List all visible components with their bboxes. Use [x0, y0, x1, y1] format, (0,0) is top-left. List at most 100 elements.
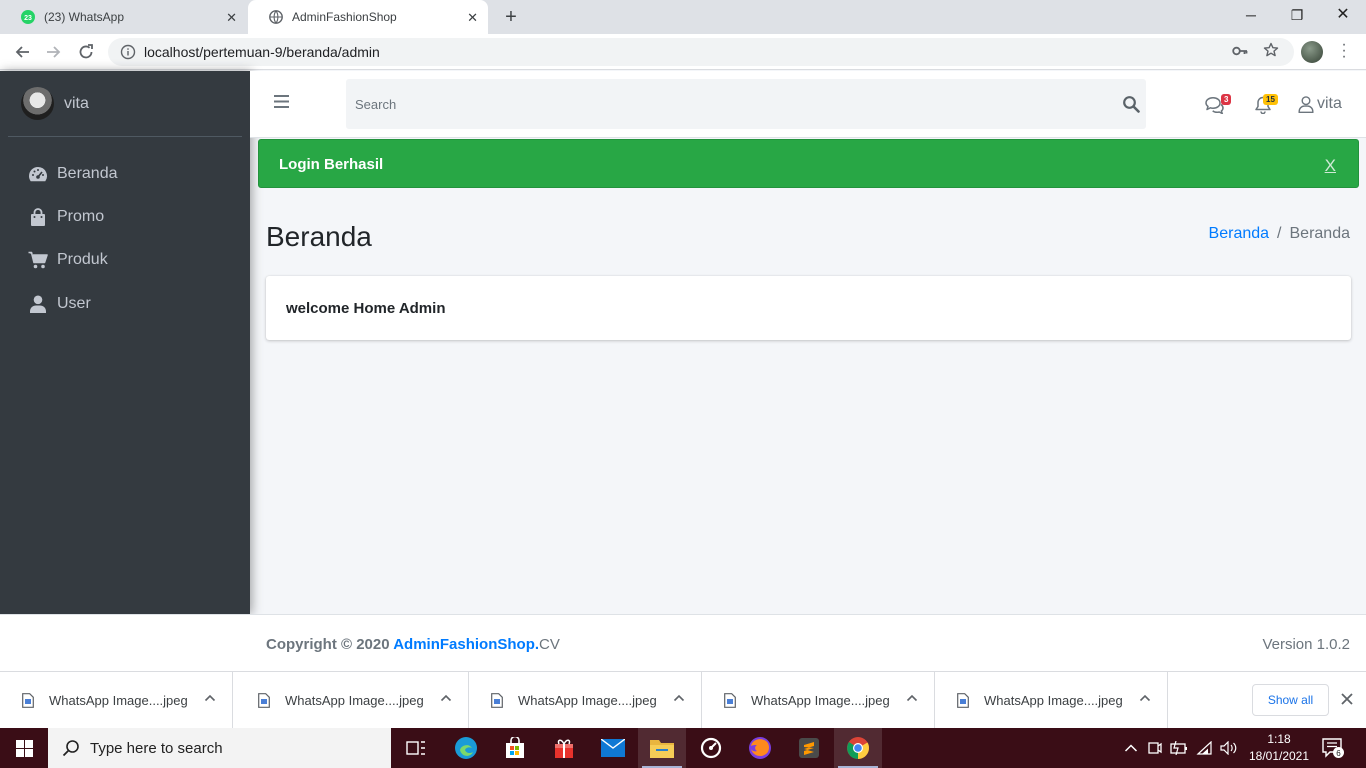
sidebar-item-beranda[interactable]: Beranda [28, 163, 118, 185]
show-all-downloads-button[interactable]: Show all [1252, 684, 1329, 716]
navbar-user-menu[interactable]: vita [1298, 95, 1342, 113]
clock-time: 1:18 [1267, 732, 1291, 746]
taskbar-file-explorer[interactable] [638, 728, 686, 768]
chevron-up-icon[interactable] [673, 692, 685, 704]
taskbar-mail[interactable] [589, 728, 637, 768]
image-file-icon [258, 693, 270, 708]
taskbar-clock[interactable]: 1:18 18/01/2021 [1240, 731, 1318, 765]
close-tab-icon[interactable]: ✕ [467, 10, 478, 26]
tab-adminfashionshop[interactable]: AdminFashionShop ✕ [248, 0, 488, 34]
sidebar-item-promo[interactable]: Promo [28, 206, 104, 228]
tab-title: AdminFashionShop [292, 10, 397, 24]
download-file-name: WhatsApp Image....jpeg [49, 693, 188, 708]
search-icon[interactable] [1122, 95, 1140, 113]
search-input[interactable] [346, 89, 1106, 119]
close-window-button[interactable]: ✕ [1320, 4, 1366, 28]
taskbar-chrome[interactable] [834, 728, 882, 768]
brand-link[interactable]: AdminFashionShop. [393, 636, 539, 653]
globe-icon [268, 9, 284, 25]
sidebar-item-label: Promo [57, 208, 105, 225]
welcome-card: welcome Home Admin [266, 276, 1351, 340]
clock-date: 18/01/2021 [1248, 749, 1310, 763]
bookmark-star-icon[interactable] [1263, 42, 1279, 62]
image-file-icon [724, 693, 736, 708]
close-tab-icon[interactable]: ✕ [226, 10, 237, 26]
taskbar-edge[interactable] [442, 728, 490, 768]
search-icon [62, 740, 79, 757]
profile-avatar[interactable] [1301, 41, 1323, 63]
reload-button[interactable] [75, 41, 97, 63]
notification-icon: 6 [1322, 738, 1344, 758]
breadcrumb-link-beranda[interactable]: Beranda [1209, 225, 1270, 242]
taskbar-firefox[interactable] [736, 728, 784, 768]
taskbar-gift-app[interactable] [540, 728, 588, 768]
speedometer-icon [700, 737, 722, 759]
sidebar-item-label: Beranda [57, 165, 118, 182]
hamburger-menu-icon[interactable] [274, 95, 289, 108]
top-navbar: 3 15 vita [250, 71, 1366, 138]
key-icon[interactable] [1232, 44, 1248, 62]
url-text: localhost/pertemuan-9/beranda/admin [144, 44, 380, 60]
start-button[interactable] [0, 728, 48, 768]
tab-title: (23) WhatsApp [44, 10, 125, 24]
store-icon [506, 737, 524, 758]
shopping-bag-icon [31, 208, 45, 226]
chevron-up-icon[interactable] [906, 692, 918, 704]
action-center-button[interactable]: 6 [1322, 738, 1344, 758]
download-file-name: WhatsApp Image....jpeg [984, 693, 1123, 708]
chevron-up-icon[interactable] [1139, 692, 1151, 704]
info-icon[interactable] [120, 44, 136, 60]
chrome-menu-icon[interactable]: · · · [1340, 37, 1348, 65]
meet-now-icon[interactable] [1148, 740, 1162, 756]
sidebar-item-user[interactable]: User [28, 293, 91, 315]
edge-icon [455, 737, 477, 759]
task-view-button[interactable] [392, 728, 440, 768]
taskbar-sublime-text[interactable] [785, 728, 833, 768]
taskbar-store[interactable] [491, 728, 539, 768]
chevron-up-icon[interactable] [1124, 743, 1138, 753]
sublime-text-icon [799, 738, 819, 758]
navbar-search [346, 79, 1146, 129]
copyright-suffix: CV [539, 636, 560, 653]
sidebar-item-produk[interactable]: Produk [28, 249, 108, 271]
back-button[interactable] [11, 41, 33, 63]
download-item[interactable]: WhatsApp Image....jpeg [935, 672, 1168, 729]
sidebar-user-name[interactable]: vita [64, 95, 89, 113]
sidebar: vita Beranda Promo Produk User [0, 71, 250, 614]
forward-button[interactable] [43, 41, 65, 63]
folder-icon [650, 740, 674, 758]
breadcrumb-separator: / [1277, 225, 1282, 242]
restore-window-button[interactable]: ❐ [1274, 4, 1320, 28]
battery-icon[interactable] [1170, 741, 1188, 755]
success-alert: Login Berhasil X [258, 139, 1359, 188]
new-tab-button[interactable]: + [500, 6, 522, 28]
welcome-text: welcome Home Admin [286, 300, 446, 317]
page-footer: Copyright © 2020 AdminFashionShop.CV Ver… [0, 614, 1366, 671]
download-item[interactable]: WhatsApp Image....jpeg [236, 672, 469, 729]
download-item[interactable]: WhatsApp Image....jpeg [702, 672, 935, 729]
sidebar-item-label: Produk [57, 251, 108, 268]
tab-whatsapp[interactable]: 23 (23) WhatsApp ✕ [0, 0, 247, 34]
download-file-name: WhatsApp Image....jpeg [751, 693, 890, 708]
whatsapp-badge-count: 23 [24, 15, 32, 22]
address-bar[interactable]: localhost/pertemuan-9/beranda/admin [108, 38, 1294, 66]
chevron-up-icon[interactable] [204, 692, 216, 704]
minimize-window-button[interactable]: ─ [1228, 4, 1274, 28]
copyright-prefix: Copyright © 2020 [266, 636, 390, 653]
mail-icon [601, 739, 625, 757]
taskbar-search[interactable]: Type here to search [48, 728, 391, 768]
avatar [21, 87, 54, 120]
download-item[interactable]: WhatsApp Image....jpeg [0, 672, 233, 729]
download-item[interactable]: WhatsApp Image....jpeg [469, 672, 702, 729]
taskbar-media-app[interactable] [687, 728, 735, 768]
close-shelf-icon[interactable] [1340, 692, 1354, 706]
speaker-icon[interactable] [1220, 741, 1238, 755]
alert-message: Login Berhasil [279, 156, 384, 173]
navbar-user-name: vita [1317, 95, 1342, 112]
chevron-up-icon[interactable] [440, 692, 452, 704]
windows-taskbar: Type here to search 1:18 18/01/2021 6 [0, 728, 1366, 768]
alert-close-button[interactable]: X [1325, 156, 1336, 176]
sidebar-user-panel[interactable]: vita [8, 71, 242, 137]
user-outline-icon [1298, 95, 1314, 113]
wifi-icon[interactable] [1196, 741, 1214, 755]
